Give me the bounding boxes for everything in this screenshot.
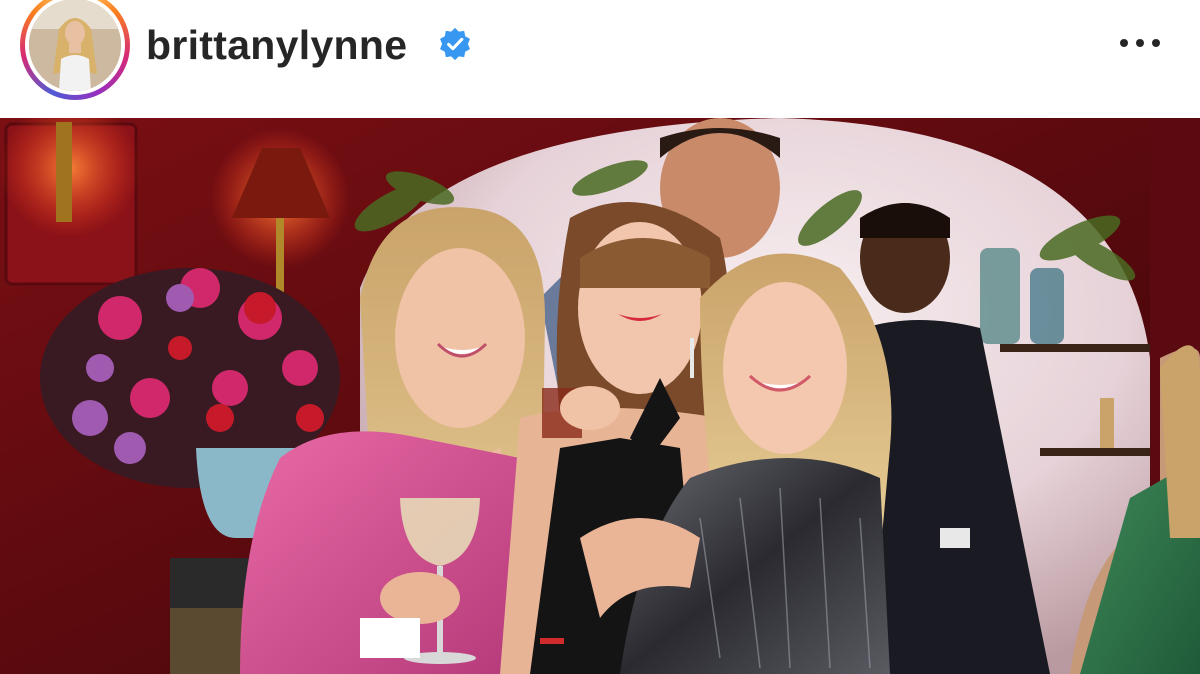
username-link[interactable]: brittanylynne — [146, 20, 407, 70]
avatar-gap — [25, 0, 125, 95]
more-dot-icon — [1136, 39, 1144, 47]
story-ring[interactable] — [20, 0, 130, 100]
avatar-image — [29, 0, 121, 91]
more-options-button[interactable] — [1112, 26, 1168, 60]
avatar[interactable] — [29, 0, 121, 91]
more-dot-icon — [1152, 39, 1160, 47]
post-photo[interactable] — [0, 118, 1200, 674]
instagram-post: brittanylynne — [0, 0, 1200, 674]
party-photo-image — [0, 118, 1200, 674]
post-header: brittanylynne — [0, 0, 1200, 118]
verified-badge-icon — [440, 27, 470, 61]
more-dot-icon — [1120, 39, 1128, 47]
